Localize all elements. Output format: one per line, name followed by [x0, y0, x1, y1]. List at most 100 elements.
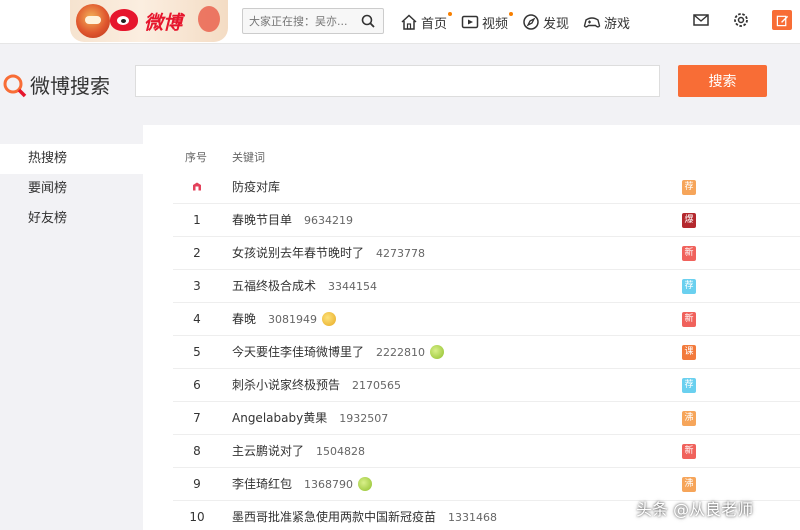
status-badge: 爆	[682, 213, 696, 228]
status-badge: 新	[682, 312, 696, 327]
search-icon[interactable]	[361, 14, 375, 28]
row-rank: 1	[193, 213, 201, 227]
keyword-link[interactable]: 主云鹏说对了	[232, 444, 304, 458]
keyword-link[interactable]: Angelababy黄果	[232, 411, 327, 425]
table-row[interactable]: 5 今天要住李佳琦微博里了 2222810 课	[173, 336, 800, 369]
rank-header: 序号	[185, 151, 207, 164]
game-icon	[583, 17, 601, 28]
table-row[interactable]: 3 五福终极合成术 3344154 荐	[173, 270, 800, 303]
row-rank: 2	[193, 246, 201, 260]
sidebar-item-friends[interactable]: 好友榜	[0, 204, 143, 234]
list-header: 序号 关键词	[143, 125, 800, 167]
emoji-icon	[430, 345, 445, 359]
row-keyword-cell: 五福终极合成术 3344154	[232, 270, 377, 303]
table-row[interactable]: 8 主云鹏说对了 1504828 新	[173, 435, 800, 468]
mail-icon[interactable]	[692, 11, 710, 29]
keyword-link[interactable]: 春晚节目单	[232, 213, 292, 227]
keyword-link[interactable]: 墨西哥批准紧急使用两款中国新冠疫苗	[232, 510, 436, 524]
nav-game-label: 游戏	[604, 16, 631, 32]
search-count: 2170565	[352, 379, 402, 392]
top-search-input[interactable]	[249, 12, 357, 30]
search-count: 1368790	[304, 478, 354, 491]
nav-video[interactable]: 视频	[461, 11, 514, 32]
status-badge: 课	[682, 345, 696, 360]
search-count: 3344154	[328, 280, 378, 293]
nav-game[interactable]: 游戏	[583, 13, 630, 32]
table-row[interactable]: 6 刺杀小说家终极预告 2170565 荐	[173, 369, 800, 402]
row-keyword-cell: 春晚节目单 9634219	[232, 204, 353, 237]
keyword-link[interactable]: 春晚	[232, 312, 256, 326]
notification-dot	[448, 11, 453, 16]
row-keyword-cell: 主云鹏说对了 1504828	[232, 435, 365, 468]
video-icon	[461, 15, 479, 29]
row-rank: 6	[193, 378, 201, 392]
row-keyword-cell: Angelababy黄果 1932507	[232, 402, 388, 435]
status-badge: 荐	[682, 378, 696, 393]
sidebar-item-news[interactable]: 要闻榜	[0, 174, 143, 204]
weibo-search-title: 微博搜索	[2, 70, 110, 99]
search-button[interactable]: 搜索	[678, 65, 767, 97]
table-row[interactable]: 7 Angelababy黄果 1932507 沸	[173, 402, 800, 435]
hot-search-list: 序号 关键词 防疫对库荐 1 春晚节目单 9634219 爆 2 女孩说别去年春节晚时了 42…	[143, 125, 800, 530]
weibo-eye-icon	[110, 9, 138, 31]
table-row[interactable]: 1 春晚节目单 9634219 爆	[173, 204, 800, 237]
nav-links: 首页 视频 发现 游戏	[400, 10, 630, 34]
table-row[interactable]: 防疫对库 荐	[173, 171, 800, 204]
lantern-icon	[198, 6, 220, 32]
search-logo-icon	[3, 74, 27, 97]
row-keyword-cell: 李佳琦红包 1368790	[232, 468, 373, 501]
row-rank	[173, 171, 221, 204]
row-rank: 9	[193, 477, 201, 491]
notification-dot	[509, 11, 514, 16]
table-row[interactable]: 2 女孩说别去年春节晚时了 4273778 新	[173, 237, 800, 270]
keyword-link[interactable]: 女孩说别去年春节晚时了	[232, 246, 364, 260]
search-count: 4273778	[376, 247, 426, 260]
gear-icon[interactable]	[732, 11, 750, 29]
row-keyword-cell: 今天要住李佳琦微博里了 2222810	[232, 336, 445, 369]
search-count: 2222810	[376, 346, 426, 359]
row-keyword-cell: 墨西哥批准紧急使用两款中国新冠疫苗 1331468	[232, 501, 497, 530]
home-icon	[401, 14, 417, 30]
discover-icon	[523, 14, 539, 30]
status-badge: 新	[682, 246, 696, 261]
keyword-link[interactable]: 防疫对库	[232, 180, 280, 194]
search-count: 1504828	[316, 445, 366, 458]
keyword-link[interactable]: 五福终极合成术	[232, 279, 316, 293]
nav-home-label: 首页	[421, 16, 448, 32]
keyword-link[interactable]: 李佳琦红包	[232, 477, 292, 491]
row-rank: 7	[193, 411, 201, 425]
status-badge: 荐	[682, 180, 696, 195]
sidebar-item-hot[interactable]: 热搜榜	[0, 144, 143, 174]
row-keyword-cell: 防疫对库	[232, 171, 280, 204]
logo-text: 微博	[144, 12, 183, 34]
table-row[interactable]: 4 春晚 3081949 新	[173, 303, 800, 336]
emoji-icon	[322, 312, 337, 326]
weibo-logo[interactable]: 微博	[70, 0, 228, 42]
keyword-link[interactable]: 刺杀小说家终极预告	[232, 378, 340, 392]
lion-dance-icon	[76, 4, 110, 38]
row-rank: 5	[193, 345, 201, 359]
pinned-top-icon	[193, 182, 201, 191]
search-count: 1331468	[448, 511, 498, 524]
search-title-text: 微博搜索	[30, 74, 110, 98]
nav-video-label: 视频	[482, 16, 509, 32]
status-badge: 新	[682, 444, 696, 459]
nav-discover[interactable]: 发现	[522, 13, 569, 32]
top-navbar: 微博 首页 视频	[0, 0, 800, 44]
row-rank: 4	[193, 312, 201, 326]
nav-home[interactable]: 首页	[400, 11, 453, 32]
row-keyword-cell: 春晚 3081949	[232, 303, 337, 336]
row-keyword-cell: 刺杀小说家终极预告 2170565	[232, 369, 401, 402]
main-search-input[interactable]	[135, 65, 660, 97]
keyword-link[interactable]: 今天要住李佳琦微博里了	[232, 345, 364, 359]
watermark-text: 头条 @从良老师	[636, 500, 754, 519]
search-count: 3081949	[268, 313, 318, 326]
status-badge: 沸	[682, 477, 696, 492]
search-count: 1932507	[339, 412, 389, 425]
status-badge: 沸	[682, 411, 696, 426]
search-count: 9634219	[304, 214, 354, 227]
compose-button[interactable]	[772, 10, 792, 30]
emoji-icon	[358, 477, 373, 491]
row-rank: 8	[193, 444, 201, 458]
nav-discover-label: 发现	[543, 16, 570, 32]
